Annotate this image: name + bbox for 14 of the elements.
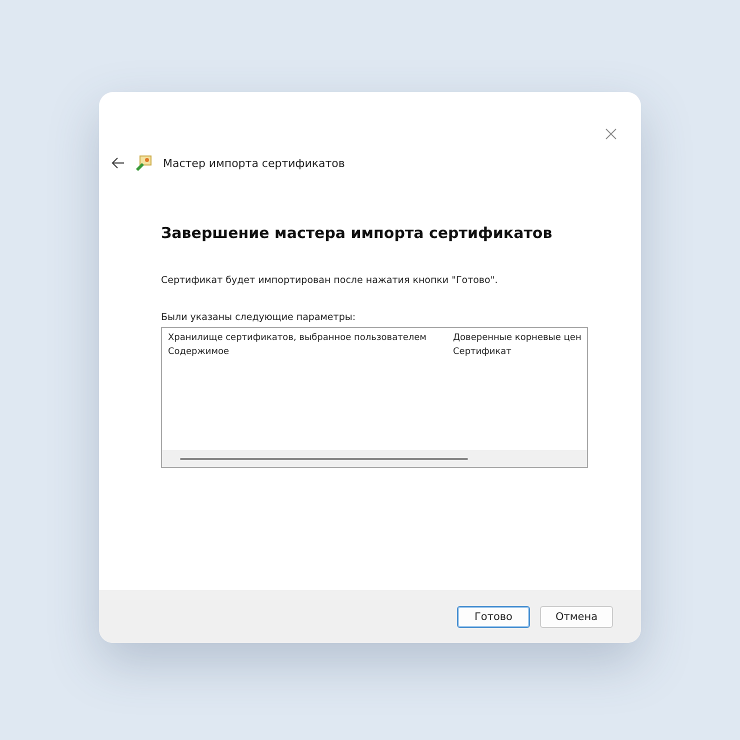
- setting-name: Хранилище сертификатов, выбранное пользователем: [168, 332, 428, 345]
- finish-button[interactable]: Готово: [457, 606, 530, 628]
- window-title: Мастер импорта сертификатов: [163, 156, 345, 170]
- list-label: Были указаны следующие параметры:: [161, 312, 356, 323]
- setting-value: Сертификат: [453, 346, 512, 359]
- back-arrow-icon[interactable]: [111, 157, 125, 169]
- close-icon[interactable]: [605, 128, 617, 140]
- certificate-wizard-icon: [135, 154, 153, 172]
- description-text: Сертификат будет импортирован после нажатия кнопки "Готово".: [161, 275, 498, 286]
- cancel-button[interactable]: Отмена: [540, 606, 613, 628]
- page-heading: Завершение мастера импорта сертификатов: [161, 224, 552, 242]
- setting-name: Содержимое: [168, 346, 230, 359]
- setting-value: Доверенные корневые цен: [453, 332, 582, 345]
- scrollbar-thumb[interactable]: [180, 458, 468, 460]
